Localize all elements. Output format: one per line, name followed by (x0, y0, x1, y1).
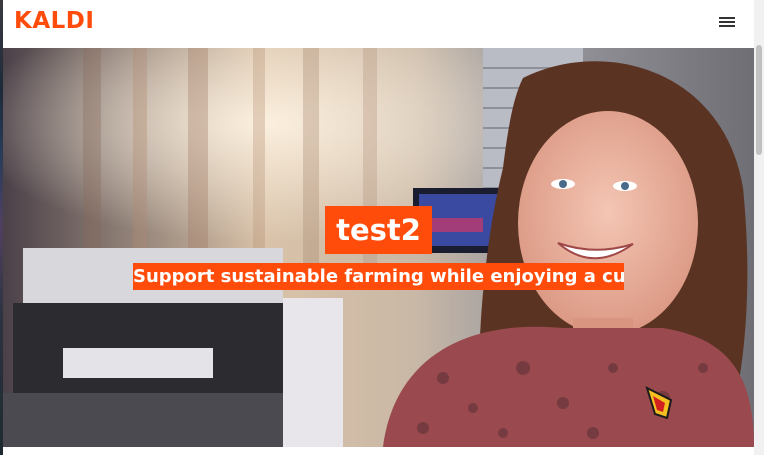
brand-logo[interactable]: KALDI (14, 8, 94, 34)
hero-subtitle: Support sustainable farming while enjoyi… (133, 263, 624, 290)
vertical-scrollbar[interactable] (754, 0, 764, 455)
menu-line (719, 25, 735, 27)
menu-line (719, 17, 735, 19)
top-navbar: KALDI (3, 0, 754, 48)
hero-banner: test2 Support sustainable farming while … (3, 48, 754, 447)
scrollbar-thumb[interactable] (756, 45, 762, 155)
page-content-start (3, 447, 754, 455)
menu-line (719, 21, 735, 23)
hamburger-menu-icon[interactable] (719, 14, 737, 30)
hero-title: test2 (325, 206, 432, 254)
